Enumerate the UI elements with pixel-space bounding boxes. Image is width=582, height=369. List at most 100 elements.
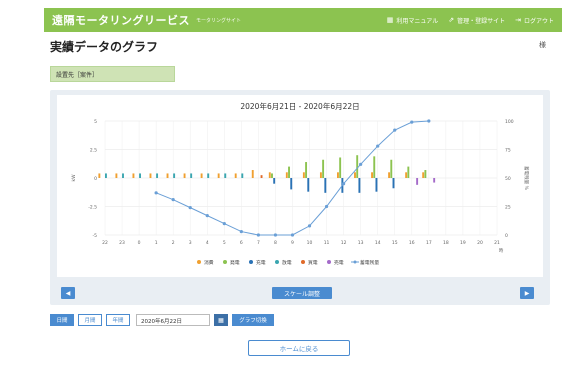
x-tick-label: 9 <box>291 240 294 246</box>
x-tick-label: 11 <box>324 240 330 246</box>
line-series-point <box>342 182 346 186</box>
bar-発電 <box>390 159 393 178</box>
chart-title: 2020年6月21日 - 2020年6月22日 <box>240 101 359 111</box>
scale-adjust-button[interactable]: スケール調整 <box>272 287 332 299</box>
x-tick-label: 0 <box>138 240 141 246</box>
x-tick-label: 17 <box>426 240 432 246</box>
previous-day-button[interactable]: ◀ <box>61 287 75 299</box>
line-series-point <box>171 198 175 202</box>
y-right-tick-label: 100 <box>505 119 514 125</box>
bar-消費 <box>337 172 339 178</box>
x-tick-label: 23 <box>119 240 125 246</box>
brand-subtitle: モータリングサイト <box>196 17 242 24</box>
bar-放電 <box>105 173 107 178</box>
line-series-point <box>188 206 192 210</box>
x-unit-label: 時 <box>499 248 504 254</box>
x-tick-label: 21 <box>494 240 500 246</box>
bar-放電 <box>207 173 210 178</box>
bar-消費 <box>234 173 237 178</box>
bar-消費 <box>183 173 186 178</box>
bar-充電 <box>392 178 395 189</box>
bar-消費 <box>371 172 373 178</box>
site-label: 設置先［案件］ <box>56 72 99 79</box>
bar-発電 <box>424 170 427 178</box>
bar-消費 <box>115 173 118 178</box>
y-left-tick-label: -5 <box>93 233 98 239</box>
logout-link[interactable]: ⇥ ログアウト <box>515 16 554 25</box>
x-tick-label: 12 <box>341 240 347 246</box>
line-series-point <box>222 222 226 226</box>
bar-発電 <box>288 166 290 178</box>
x-tick-label: 5 <box>223 240 226 246</box>
bar-発電 <box>373 156 376 178</box>
home-button[interactable]: ホームに戻る <box>248 340 350 356</box>
y-left-tick-label: 0 <box>94 176 97 182</box>
manual-link[interactable]: ▦ 利用マニュアル <box>387 16 438 25</box>
x-tick-label: 6 <box>240 240 243 246</box>
bar-発電 <box>407 166 410 178</box>
x-tick-label: 7 <box>257 240 260 246</box>
line-series-point <box>205 214 209 218</box>
legend-marker <box>327 260 331 264</box>
y-left-tick-label: 5 <box>94 119 97 125</box>
book-icon: ▦ <box>386 16 394 24</box>
line-series-point <box>307 224 312 228</box>
bar-放電 <box>139 173 141 178</box>
legend-label: 買電 <box>308 260 318 266</box>
next-day-button[interactable]: ▶ <box>520 287 534 299</box>
manual-link-label: 利用マニュアル <box>396 17 439 25</box>
calendar-button[interactable]: ▦ <box>214 314 228 326</box>
legend-label: 発電 <box>230 259 240 266</box>
y-left-axis-label: kW <box>71 174 77 182</box>
x-tick-label: 10 <box>307 240 313 246</box>
x-tick-label: 3 <box>189 240 192 246</box>
bar-放電 <box>224 173 227 178</box>
x-tick-label: 19 <box>460 240 466 246</box>
bar-消費 <box>302 172 305 178</box>
bar-発電 <box>322 159 325 178</box>
legend-marker <box>301 260 305 264</box>
bar-発電 <box>305 162 308 178</box>
bar-充電 <box>324 178 327 193</box>
bar-消費 <box>405 172 408 178</box>
bar-売電 <box>433 178 436 183</box>
bar-放電 <box>241 173 244 178</box>
x-tick-label: 16 <box>409 240 415 246</box>
graph-switch-button[interactable]: グラフ切換 <box>232 314 274 326</box>
x-tick-label: 1 <box>155 240 158 246</box>
bar-放電 <box>156 173 159 178</box>
bar-消費 <box>217 173 220 178</box>
legend-marker <box>353 260 357 264</box>
period-day-button[interactable]: 日間 <box>50 314 74 326</box>
legend-label: 充電 <box>256 259 266 266</box>
chevron-right-icon: ▶ <box>524 289 530 297</box>
bar-充電 <box>358 178 361 193</box>
admin-site-link-label: 管理・登録サイト <box>457 17 506 25</box>
x-tick-label: 13 <box>358 240 364 246</box>
bar-売電 <box>416 178 419 185</box>
y-left-tick-label: 2.5 <box>90 148 97 154</box>
line-series-point <box>154 191 158 195</box>
calendar-icon: ▦ <box>218 316 224 324</box>
date-input[interactable]: 2020年6月22日 <box>136 314 210 326</box>
logout-icon: ⇥ <box>515 16 521 24</box>
x-tick-label: 22 <box>102 240 108 246</box>
x-tick-label: 4 <box>206 240 209 246</box>
line-series-point <box>393 128 397 132</box>
y-right-tick-label: 75 <box>505 148 511 154</box>
brand-title[interactable]: 遠隔モータリングリービス <box>52 12 190 28</box>
period-controls: 日間 月間 年間 2020年6月22日 ▦ グラフ切換 <box>50 314 274 326</box>
y-right-tick-label: 25 <box>505 205 511 211</box>
bar-充電 <box>307 178 310 192</box>
user-suffix-label: 様 <box>539 41 546 49</box>
chevron-left-icon: ◀ <box>65 289 71 297</box>
admin-site-link[interactable]: ⇗ 管理・登録サイト <box>448 16 505 25</box>
bar-放電 <box>190 173 193 178</box>
bar-消費 <box>132 173 135 178</box>
bar-発電 <box>356 155 359 178</box>
bar-消費 <box>388 172 391 178</box>
energy-chart: 2020年6月21日 - 2020年6月22日52.50-2.5-5100755… <box>71 101 530 266</box>
period-year-button[interactable]: 年間 <box>106 314 130 326</box>
period-month-button[interactable]: 月間 <box>78 314 102 326</box>
line-series-point <box>256 233 260 237</box>
